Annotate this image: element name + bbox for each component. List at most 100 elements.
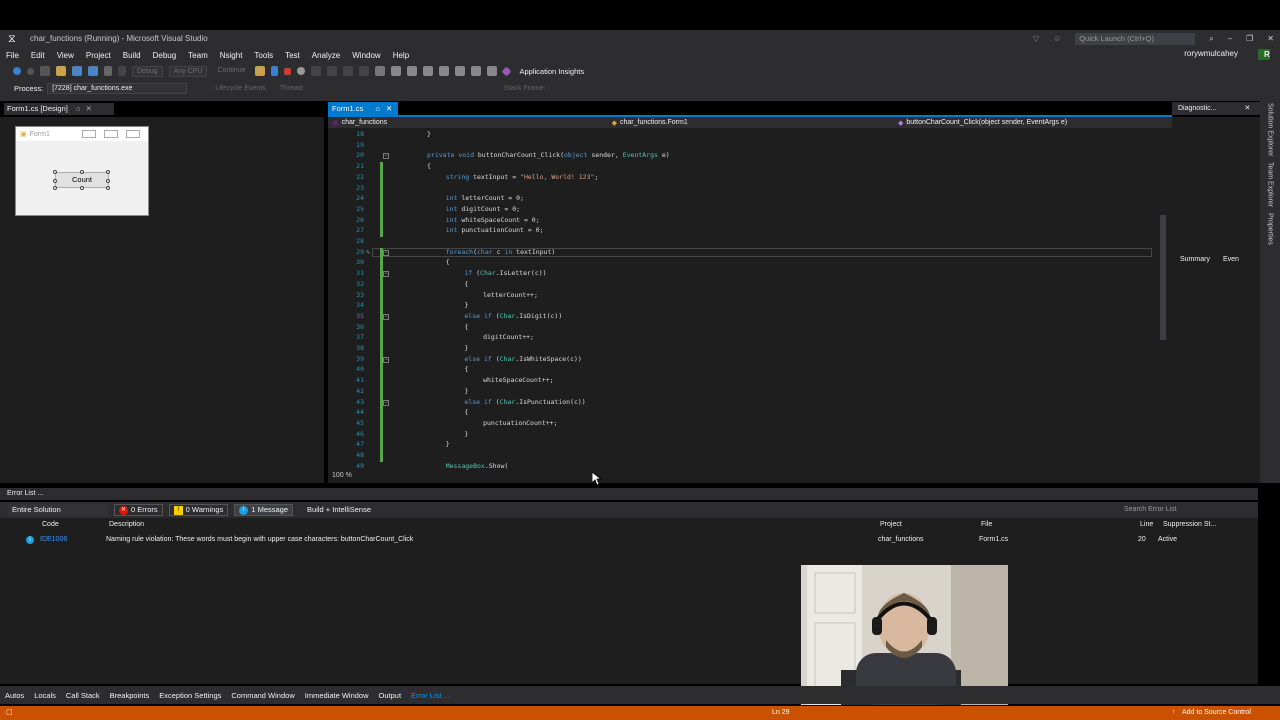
menu-view[interactable]: View: [51, 51, 80, 60]
tab-immediate-window[interactable]: Immediate Window: [300, 691, 374, 700]
tab-error-list[interactable]: Error List ...: [406, 691, 455, 700]
tab-form1-cs[interactable]: Form1.cs ⌂ ✕: [328, 102, 398, 115]
application-insights-icon[interactable]: [502, 66, 512, 76]
undo-icon[interactable]: [104, 66, 112, 76]
new-project-icon[interactable]: [40, 66, 50, 76]
resize-handle[interactable]: [106, 179, 110, 183]
form-preview[interactable]: ▣ Form1 Count: [15, 126, 149, 216]
application-insights-button[interactable]: Application Insights: [519, 67, 584, 76]
save-all-icon[interactable]: [88, 66, 98, 76]
process-dropdown[interactable]: [7228] char_functions.exe: [47, 82, 188, 94]
quick-launch-input[interactable]: Quick Launch (Ctrl+Q): [1075, 32, 1196, 45]
tab-autos[interactable]: Autos: [0, 691, 29, 700]
restore-button[interactable]: ❐: [1246, 34, 1253, 43]
tab-properties[interactable]: Properties: [1267, 213, 1274, 245]
column-file[interactable]: File: [981, 521, 992, 528]
menu-file[interactable]: File: [0, 51, 25, 60]
column-project[interactable]: Project: [880, 521, 902, 528]
continue-button[interactable]: Continue: [213, 66, 249, 77]
errors-filter-button[interactable]: ✕ 0 Errors: [114, 504, 163, 516]
tab-form1-design[interactable]: Form1.cs [Design] ⌂ ✕: [4, 103, 114, 115]
resize-handle[interactable]: [80, 186, 84, 190]
config-dropdown[interactable]: Debug: [132, 65, 163, 77]
menu-debug[interactable]: Debug: [147, 51, 183, 60]
menu-test[interactable]: Test: [279, 51, 306, 60]
tab-team-explorer[interactable]: Team Explorer: [1267, 162, 1274, 207]
diagnostics-summary-tab[interactable]: Summary: [1180, 256, 1210, 263]
build-source-dropdown[interactable]: Build + IntelliSense: [303, 504, 402, 516]
platform-dropdown[interactable]: Any CPU: [168, 65, 208, 77]
minimize-button[interactable]: –: [1228, 34, 1232, 43]
step-over-icon[interactable]: [343, 66, 354, 76]
tab-locals[interactable]: Locals: [29, 691, 61, 700]
format-icon[interactable]: [391, 66, 402, 76]
avatar[interactable]: R: [1258, 49, 1270, 60]
pin-icon[interactable]: ⌂: [375, 104, 380, 113]
nav-project-dropdown[interactable]: char_functions: [342, 119, 612, 126]
messages-filter-button[interactable]: i 1 Message: [234, 504, 294, 516]
scrollbar-thumb[interactable]: [1160, 215, 1166, 340]
redo-icon[interactable]: [118, 66, 126, 76]
clear-bookmarks-icon[interactable]: [487, 66, 498, 76]
column-description[interactable]: Description: [109, 521, 144, 528]
menu-edit[interactable]: Edit: [25, 51, 51, 60]
collapse-toggle[interactable]: −: [383, 399, 389, 406]
menu-help[interactable]: Help: [387, 51, 415, 60]
collapse-toggle[interactable]: −: [383, 313, 389, 320]
column-code[interactable]: Code: [42, 521, 59, 528]
lifecycle-events-dropdown[interactable]: Lifecycle Events: [215, 85, 266, 92]
tab-solution-explorer[interactable]: Solution Explorer: [1267, 103, 1274, 156]
feedback-icon[interactable]: ☺: [1053, 34, 1061, 43]
resize-handle[interactable]: [53, 179, 57, 183]
pin-icon[interactable]: ⌂: [76, 104, 81, 113]
search-icon[interactable]: ⌕: [1209, 34, 1213, 44]
tab-command-window[interactable]: Command Window: [226, 691, 299, 700]
diagnostics-events-tab[interactable]: Even: [1223, 256, 1239, 263]
collapse-toggle[interactable]: −: [383, 271, 389, 278]
uncomment-icon[interactable]: [423, 66, 434, 76]
bookmark-icon[interactable]: [439, 66, 450, 76]
comment-icon[interactable]: [407, 66, 418, 76]
stop-icon[interactable]: [284, 67, 292, 75]
menu-nsight[interactable]: Nsight: [214, 51, 249, 60]
close-tab-icon[interactable]: ✕: [86, 104, 92, 113]
forward-icon[interactable]: [27, 67, 34, 75]
collapse-toggle[interactable]: −: [383, 153, 389, 160]
scope-dropdown[interactable]: Entire Solution: [8, 504, 108, 516]
resize-handle[interactable]: [106, 170, 110, 174]
nav-member-dropdown[interactable]: buttonCharCount_Click(object sender, Eve…: [906, 119, 1067, 126]
add-to-source-control-button[interactable]: Add to Source Control: [1182, 706, 1251, 720]
user-name[interactable]: rorywmulcahey: [1178, 49, 1244, 58]
solution-icon[interactable]: [255, 66, 266, 76]
collapse-toggle[interactable]: −: [383, 356, 389, 363]
column-line[interactable]: Line: [1140, 521, 1153, 528]
pause-icon[interactable]: [271, 66, 279, 76]
tab-diagnostic-tools[interactable]: Diagnostic... ✕: [1172, 102, 1262, 115]
resize-handle[interactable]: [106, 186, 110, 190]
menu-team[interactable]: Team: [182, 51, 214, 60]
step-into-icon[interactable]: [327, 66, 338, 76]
menu-project[interactable]: Project: [80, 51, 117, 60]
menu-tools[interactable]: Tools: [248, 51, 279, 60]
back-icon[interactable]: [13, 67, 21, 75]
filter-icon[interactable]: ▽: [1033, 34, 1039, 43]
prev-bookmark-icon[interactable]: [455, 66, 466, 76]
close-tab-icon[interactable]: ✕: [386, 104, 392, 113]
save-icon[interactable]: [72, 66, 82, 76]
step-out-icon[interactable]: [359, 66, 370, 76]
tab-output[interactable]: Output: [374, 691, 407, 700]
menu-window[interactable]: Window: [346, 51, 386, 60]
row-code-link[interactable]: IDE1006: [40, 536, 67, 543]
collapse-toggle[interactable]: −: [383, 249, 389, 256]
zoom-level[interactable]: 100 %: [332, 472, 352, 479]
column-suppression[interactable]: Suppression St...: [1163, 521, 1216, 528]
show-next-statement-icon[interactable]: [311, 66, 322, 76]
resize-handle[interactable]: [53, 186, 57, 190]
warnings-filter-button[interactable]: ! 0 Warnings: [168, 504, 229, 516]
tab-exception-settings[interactable]: Exception Settings: [154, 691, 226, 700]
open-icon[interactable]: [56, 66, 66, 76]
hot-reload-icon[interactable]: [375, 66, 386, 76]
close-button[interactable]: ✕: [1267, 34, 1274, 43]
tab-breakpoints[interactable]: Breakpoints: [105, 691, 155, 700]
close-tab-icon[interactable]: ✕: [1244, 105, 1250, 112]
